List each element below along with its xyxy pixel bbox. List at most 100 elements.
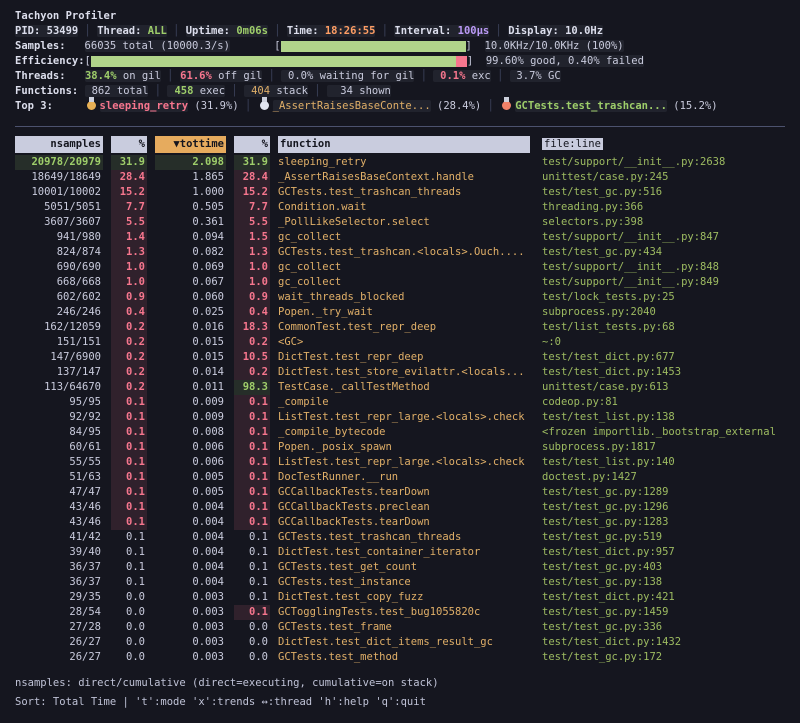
direct-pct-cell: 0.1 xyxy=(111,410,147,425)
cumulative-pct-cell: 0.0 xyxy=(234,650,270,665)
function-cell: GCCallbackTests.tearDown xyxy=(278,485,530,500)
file-line-cell: unittest/case.py:245 xyxy=(538,170,785,185)
nsamples-cell: 18649/18649 xyxy=(15,170,103,185)
table-row[interactable]: 137/1470.20.0140.2DictTest.test_store_ev… xyxy=(15,365,785,380)
function-cell: DictTest.test_dict_items_result_gc xyxy=(278,635,530,650)
field-separator: │ xyxy=(414,70,433,82)
file-line-cell: doctest.py:1427 xyxy=(538,470,785,485)
status-pid: PID: 53499 xyxy=(15,25,78,37)
nsamples-cell: 36/37 xyxy=(15,560,103,575)
cumulative-pct-cell: 0.2 xyxy=(234,335,270,350)
direct-pct-cell: 0.2 xyxy=(111,350,147,365)
footer-legend: nsamples: direct/cumulative (direct=exec… xyxy=(15,674,785,693)
table-row[interactable]: 690/6901.00.0691.0gc_collecttest/support… xyxy=(15,260,785,275)
table-row[interactable]: 26/270.00.0030.0DictTest.test_dict_items… xyxy=(15,635,785,650)
table-row[interactable]: 668/6681.00.0671.0gc_collecttest/support… xyxy=(15,275,785,290)
nsamples-cell: 151/151 xyxy=(15,335,103,350)
cumulative-pct-cell: 0.9 xyxy=(234,290,270,305)
table-row[interactable]: 39/400.10.0040.1DictTest.test_container_… xyxy=(15,545,785,560)
tottime-cell: 0.004 xyxy=(155,560,226,575)
top3-function-name: sleeping_retry xyxy=(100,100,189,112)
column-header-cumulative-pct[interactable]: % xyxy=(234,136,270,153)
direct-pct-cell: 0.1 xyxy=(111,455,147,470)
cumulative-pct-cell: 98.3 xyxy=(234,380,270,395)
nsamples-cell: 3607/3607 xyxy=(15,215,103,230)
table-row[interactable]: 36/370.10.0040.1GCTests.test_instancetes… xyxy=(15,575,785,590)
threads-stat-value: 0.0% xyxy=(281,69,313,84)
cumulative-pct-cell: 1.0 xyxy=(234,275,270,290)
table-row[interactable]: 29/350.00.0030.1DictTest.test_copy_fuzzt… xyxy=(15,590,785,605)
cumulative-pct-cell: 0.1 xyxy=(234,590,270,605)
table-row[interactable]: 147/69000.20.01510.5DictTest.test_repr_d… xyxy=(15,350,785,365)
direct-pct-cell: 15.2 xyxy=(111,185,147,200)
file-line-cell: selectors.py:398 xyxy=(538,215,785,230)
function-cell: _compile xyxy=(278,395,530,410)
table-row[interactable]: 941/9801.40.0941.5gc_collecttest/support… xyxy=(15,230,785,245)
file-line-cell: test/list_tests.py:68 xyxy=(538,320,785,335)
table-row[interactable]: 10001/1000215.21.00015.2GCTests.test_tra… xyxy=(15,185,785,200)
efficiency-text: 99.60% good, 0.40% failed xyxy=(486,55,644,67)
table-row[interactable]: 113/646700.20.01198.3TestCase._callTestM… xyxy=(15,380,785,395)
table-row[interactable]: 602/6020.90.0600.9wait_threads_blockedte… xyxy=(15,290,785,305)
table-row[interactable]: 92/920.10.0090.1ListTest.test_repr_large… xyxy=(15,410,785,425)
functions-stat: 404 stack xyxy=(244,85,308,97)
table-row[interactable]: 60/610.10.0060.1Popen._posix_spawnsubpro… xyxy=(15,440,785,455)
threads-stat: 0.1% exc xyxy=(433,70,490,82)
status-value: 53499 xyxy=(47,25,79,37)
gold-medal-icon xyxy=(87,101,96,110)
table-row[interactable]: 151/1510.20.0150.2<GC>~:0 xyxy=(15,335,785,350)
file-line-cell: test/test_gc.py:519 xyxy=(538,530,785,545)
file-line-cell: test/test_gc.py:403 xyxy=(538,560,785,575)
table-row[interactable]: 28/540.00.0030.1GCTogglingTests.test_bug… xyxy=(15,605,785,620)
tottime-cell: 0.003 xyxy=(155,650,226,665)
cumulative-pct-cell: 0.1 xyxy=(234,440,270,455)
column-header-tottime-sorted[interactable]: ▼tottime xyxy=(155,136,226,153)
table-row[interactable]: 20978/2097931.92.09831.9sleeping_retryte… xyxy=(15,155,785,170)
field-separator: │ xyxy=(239,100,258,112)
table-row[interactable]: 55/550.10.0060.1ListTest.test_repr_large… xyxy=(15,455,785,470)
tottime-cell: 0.082 xyxy=(155,245,226,260)
function-cell: GCTests.test_method xyxy=(278,650,530,665)
table-row[interactable]: 162/120590.20.01618.3CommonTest.test_rep… xyxy=(15,320,785,335)
column-header-direct-pct[interactable]: % xyxy=(111,136,147,153)
field-separator: │ xyxy=(78,25,97,37)
table-row[interactable]: 95/950.10.0090.1_compilecodeop.py:81 xyxy=(15,395,785,410)
table-row[interactable]: 27/280.00.0030.0GCTests.test_frametest/t… xyxy=(15,620,785,635)
function-cell: GCTogglingTests.test_bug1055820c xyxy=(278,605,530,620)
function-cell: gc_collect xyxy=(278,275,530,290)
cumulative-pct-cell: 0.1 xyxy=(234,605,270,620)
function-cell: DictTest.test_container_iterator xyxy=(278,545,530,560)
table-row[interactable]: 18649/1864928.41.86528.4_AssertRaisesBas… xyxy=(15,170,785,185)
samples-total: 66035 total (10000.3/s) xyxy=(85,40,230,52)
table-row[interactable]: 41/420.10.0040.1GCTests.test_trashcan_th… xyxy=(15,530,785,545)
function-cell: GCTests.test_instance xyxy=(278,575,530,590)
table-row[interactable]: 26/270.00.0030.0GCTests.test_methodtest/… xyxy=(15,650,785,665)
table-row[interactable]: 3607/36075.50.3615.5_PollLikeSelector.se… xyxy=(15,215,785,230)
table-row[interactable]: 824/8741.30.0821.3GCTests.test_trashcan.… xyxy=(15,245,785,260)
nsamples-cell: 27/28 xyxy=(15,620,103,635)
table-row[interactable]: 47/470.10.0050.1GCCallbackTests.tearDown… xyxy=(15,485,785,500)
status-interval: Interval: 100µs xyxy=(394,25,489,37)
table-row[interactable]: 246/2460.40.0250.4Popen._try_waitsubproc… xyxy=(15,305,785,320)
table-row[interactable]: 36/370.10.0040.1GCTests.test_get_countte… xyxy=(15,560,785,575)
cumulative-pct-cell: 1.0 xyxy=(234,260,270,275)
table-row[interactable]: 43/460.10.0040.1GCCallbackTests.tearDown… xyxy=(15,515,785,530)
file-line-cell: test/test_gc.py:138 xyxy=(538,575,785,590)
direct-pct-cell: 0.2 xyxy=(111,365,147,380)
status-thread: Thread: ALL xyxy=(97,25,167,37)
table-row[interactable]: 51/630.10.0050.1DocTestRunner.__rundocte… xyxy=(15,470,785,485)
status-label: Thread: xyxy=(97,25,141,37)
footer-keybindings: Sort: Total Time | 't':mode 'x':trends ↔… xyxy=(15,693,785,712)
table-row[interactable]: 5051/50517.70.5057.7Condition.waitthread… xyxy=(15,200,785,215)
field-separator: │ xyxy=(161,70,180,82)
column-header-nsamples[interactable]: nsamples xyxy=(15,136,103,153)
table-row[interactable]: 43/460.10.0040.1GCCallbackTests.preclean… xyxy=(15,500,785,515)
table-row[interactable]: 84/950.10.0080.1_compile_bytecode<frozen… xyxy=(15,425,785,440)
column-header-function[interactable]: function xyxy=(278,136,530,153)
threads-stat: 61.6% off gil xyxy=(180,70,263,82)
cumulative-pct-cell: 5.5 xyxy=(234,215,270,230)
threads-stat-value: 3.7% xyxy=(510,69,542,84)
tottime-cell: 1.865 xyxy=(155,170,226,185)
nsamples-cell: 602/602 xyxy=(15,290,103,305)
column-header-file-line[interactable]: file:line xyxy=(538,136,785,153)
